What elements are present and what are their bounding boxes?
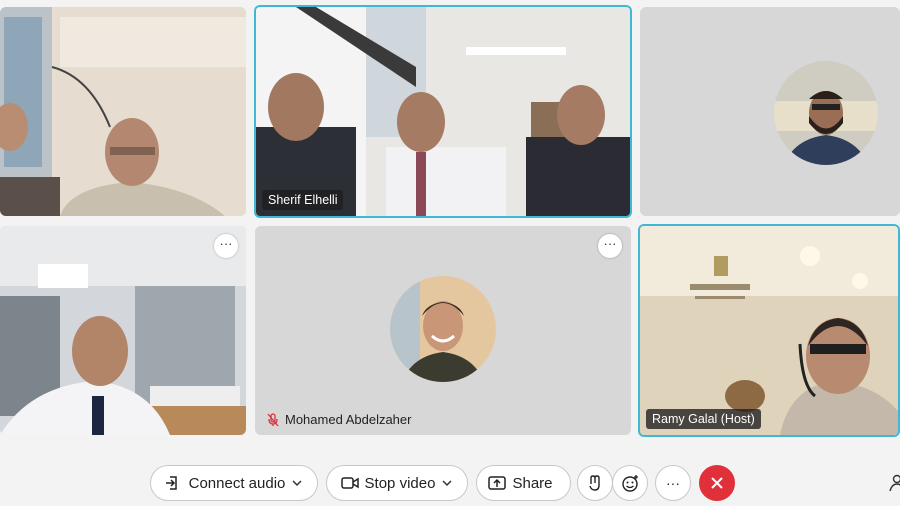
end-call-icon <box>711 477 723 489</box>
audio-icon <box>165 476 177 490</box>
share-icon <box>488 476 507 490</box>
participant-name-label: Mohamed Abdelzaher <box>285 412 412 427</box>
participants-icon[interactable] <box>888 474 900 492</box>
raise-hand-icon <box>589 475 600 491</box>
more-icon: ··· <box>666 475 680 491</box>
tile-menu-icon[interactable]: ··· <box>598 234 622 258</box>
chevron-down-icon[interactable] <box>291 477 303 489</box>
participant-name-label: Sherif Elhelli <box>262 190 344 210</box>
video-tile-top-left[interactable] <box>0 7 246 216</box>
raise-hand-button[interactable] <box>577 465 613 501</box>
camera-icon <box>340 477 359 489</box>
participant-avatar <box>774 61 878 165</box>
end-call-button[interactable] <box>699 465 735 501</box>
share-label: Share <box>512 474 553 492</box>
video-tile-top-center[interactable]: Sherif Elhelli <box>254 5 632 218</box>
reactions-button[interactable] <box>612 465 648 501</box>
video-feed <box>0 226 246 435</box>
connect-audio-button[interactable]: Connect audio <box>150 465 318 501</box>
video-feed <box>0 7 246 216</box>
connect-audio-label: Connect audio <box>188 474 286 492</box>
stop-video-button[interactable]: Stop video <box>326 465 468 501</box>
participant-name-row: Mohamed Abdelzaher <box>267 412 411 427</box>
video-tile-mid-center[interactable]: ··· Mohamed Abdelzaher <box>255 226 631 435</box>
stop-video-label: Stop video <box>364 474 436 492</box>
video-feed <box>640 226 898 435</box>
video-feed <box>256 7 630 216</box>
tile-menu-icon[interactable]: ··· <box>214 234 238 258</box>
participant-name-label: Ramy Galal (Host) <box>646 409 761 429</box>
chevron-down-icon[interactable] <box>441 477 453 489</box>
video-tile-mid-left[interactable]: ··· <box>0 226 246 435</box>
participant-avatar <box>390 276 496 382</box>
muted-mic-icon <box>267 412 279 426</box>
more-options-button[interactable]: ··· <box>655 465 691 501</box>
video-tile-top-right[interactable] <box>640 7 900 216</box>
video-tile-mid-right[interactable]: Ramy Galal (Host) <box>638 224 900 437</box>
reaction-icon <box>622 475 638 492</box>
share-button[interactable]: Share <box>476 465 571 501</box>
